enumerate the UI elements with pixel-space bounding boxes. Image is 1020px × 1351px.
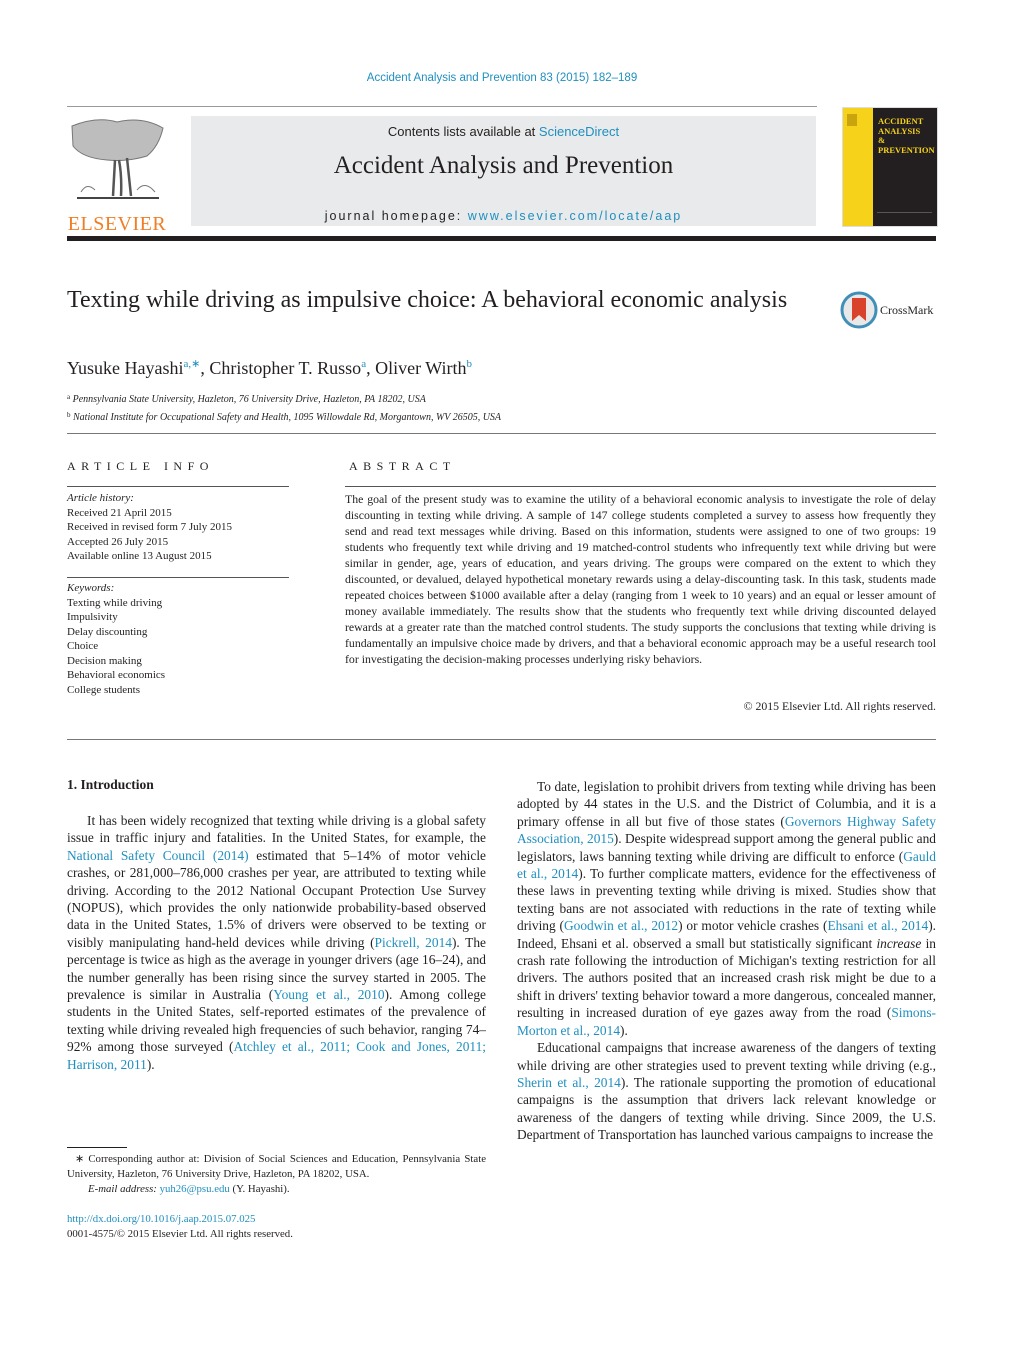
author-separator: , [200,358,210,378]
author-affiliation-mark[interactable]: a,∗ [183,358,200,370]
contents-availability: Contents lists available at ScienceDirec… [191,124,816,139]
citation-link[interactable]: Pickrell, 2014 [375,935,452,950]
keyword-item: Decision making [67,654,142,667]
citation-link[interactable]: Ehsani et al., 2014 [827,918,928,933]
author-list: Yusuke Hayashia,∗, Christopher T. Russoa… [67,357,472,379]
body-paragraph: To date, legislation to prohibit drivers… [517,778,936,1039]
keyword-item: Impulsivity [67,611,118,623]
history-item: Received in revised form 7 July 2015 [67,521,232,533]
cover-emblem-icon [847,114,857,126]
body-paragraph: It has been widely recognized that texti… [67,812,486,1073]
body-text: Educational campaigns that increase awar… [517,1040,936,1073]
homepage-link[interactable]: www.elsevier.com/locate/aap [468,209,683,223]
body-text: ). [146,1056,155,1072]
abstract-heading: ABSTRACT [349,459,456,473]
keyword-item: Behavioral economics [67,669,166,681]
divider [67,486,289,487]
crossmark-icon [840,291,878,329]
email-link[interactable]: yuh26@psu.edu [160,1183,230,1195]
article-title: Texting while driving as impulsive choic… [67,287,788,313]
journal-title: Accident Analysis and Prevention [333,152,674,179]
body-text: ). [620,1022,628,1038]
keyword-item: Texting while driving [67,596,163,609]
author-affiliation-mark[interactable]: b [467,358,473,370]
history-item: Accepted 26 July 2015 [67,535,169,548]
divider [345,486,936,487]
keyword-item: Delay discounting [67,625,148,638]
cover-title: ACCIDENT ANALYSIS & PREVENTION [878,116,935,155]
doi-link[interactable]: http://dx.doi.org/10.1016/j.aap.2015.07.… [67,1212,293,1227]
affiliation-mark: b [67,410,71,419]
emphasis-text: increase [876,935,922,951]
article-info-heading: ARTICLE INFO [67,459,214,473]
sciencedirect-link[interactable]: ScienceDirect [539,124,619,139]
abstract-copyright: © 2015 Elsevier Ltd. All rights reserved… [743,699,936,713]
affiliations: a Pennsylvania State University, Hazleto… [67,390,501,425]
email-suffix: (Y. Hayashi). [229,1183,290,1195]
section-heading-introduction: 1. Introduction [67,777,154,792]
homepage-prefix: journal homepage: [324,209,468,223]
corresponding-author-text: ∗ Corresponding author at: Division of S… [67,1153,486,1180]
header-thick-divider [67,236,936,241]
affiliation-text: Pennsylvania State University, Hazleton,… [72,394,426,405]
crossmark-label: CrossMark [880,303,934,317]
contents-prefix: Contents lists available at [387,124,539,139]
citation-link[interactable]: Goodwin et al., 2012 [564,918,678,933]
author-separator: , [366,358,376,378]
author-name[interactable]: Yusuke Hayashi [67,358,183,378]
affiliation-text: National Institute for Occupational Safe… [73,411,502,423]
crossmark-badge[interactable]: CrossMark [840,291,940,329]
article-history: Article history: Received 21 April 2015 … [67,491,232,564]
body-column-right: To date, legislation to prohibit drivers… [517,778,936,1144]
keyword-item: College students [67,683,141,696]
abstract-text: The goal of the present study was to exa… [345,492,936,666]
history-item: Available online 13 August 2015 [67,550,212,562]
issn-copyright: 0001-4575/© 2015 Elsevier Ltd. All right… [67,1228,293,1240]
citation-link[interactable]: Young et al., 2010 [273,987,384,1002]
journal-reference-link[interactable]: Accident Analysis and Prevention 83 (201… [0,72,1004,84]
elsevier-tree-icon [71,119,164,199]
affiliation-item: a Pennsylvania State University, Hazleto… [67,390,501,408]
email-line: E-mail address: yuh26@psu.edu (Y. Hayash… [67,1182,486,1197]
citation-link[interactable]: Sherin et al., 2014 [517,1075,621,1090]
footnote-divider [67,1147,127,1148]
journal-cover-thumbnail[interactable]: ACCIDENT ANALYSIS & PREVENTION [842,107,938,227]
body-text: It has been widely recognized that texti… [67,813,486,846]
elsevier-logo[interactable]: ELSEVIER [67,116,167,235]
journal-homepage: journal homepage: www.elsevier.com/locat… [191,209,816,223]
cover-yellow-strip [843,108,873,226]
corresponding-author-footnote: ∗ Corresponding author at: Division of S… [67,1152,486,1197]
cover-title-line: ANALYSIS [878,125,921,136]
body-column-left: It has been widely recognized that texti… [67,812,486,1073]
keywords-label: Keywords: [67,582,115,594]
body-paragraph: Educational campaigns that increase awar… [517,1039,936,1143]
cover-title-line: PREVENTION [878,144,935,155]
email-label: E-mail address: [88,1183,160,1195]
history-label: Article history: [67,492,134,504]
cover-divider [877,212,932,213]
divider [67,577,289,578]
doi-block: http://dx.doi.org/10.1016/j.aap.2015.07.… [67,1212,293,1242]
divider [67,433,936,434]
author-name[interactable]: Oliver Wirth [375,358,466,378]
keywords: Keywords: Texting while driving Impulsiv… [67,581,165,697]
body-text: ) or motor vehicle crashes ( [678,918,828,934]
citation-link[interactable]: National Safety Council (2014) [67,848,249,863]
keyword-item: Choice [67,640,99,652]
history-item: Received 21 April 2015 [67,506,172,519]
affiliation-item: b National Institute for Occupational Sa… [67,408,501,426]
elsevier-wordmark: ELSEVIER [67,213,167,235]
author-name[interactable]: Christopher T. Russo [209,358,361,378]
divider [67,739,936,740]
top-divider [67,106,817,107]
affiliation-mark: a [67,393,71,401]
journal-masthead: Contents lists available at ScienceDirec… [191,116,816,226]
